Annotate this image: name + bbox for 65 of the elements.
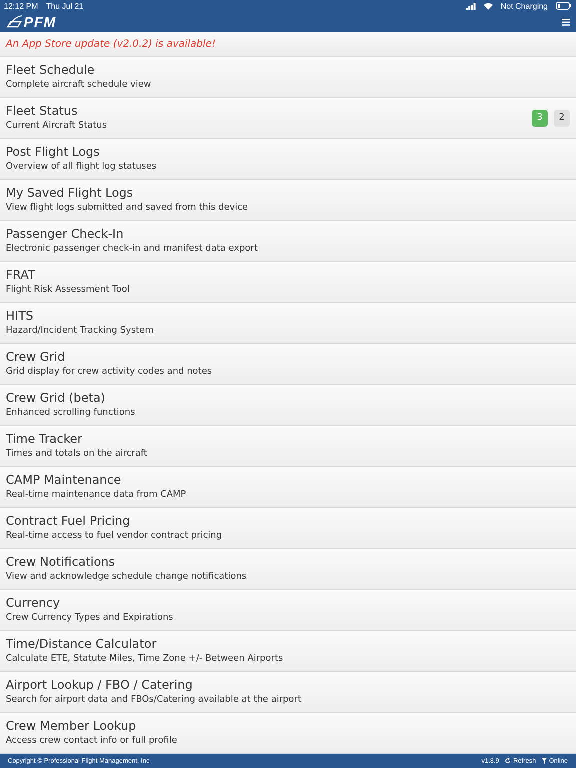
item-subtitle: Complete aircraft schedule view: [6, 79, 152, 91]
menu-item[interactable]: Fleet Schedule Complete aircraft schedule view: [0, 57, 576, 98]
item-title: Fleet Schedule: [6, 63, 96, 78]
count-badge: 3: [532, 110, 548, 126]
item-title: My Saved Flight Logs: [6, 186, 134, 201]
item-title: Crew Notifications: [6, 555, 116, 570]
menu-button[interactable]: [562, 18, 570, 26]
item-subtitle: Hazard/Incident Tracking System: [6, 325, 154, 337]
menu-item[interactable]: Crew Grid (beta) Enhanced scrolling functions: [0, 385, 576, 426]
menu-item[interactable]: FRAT Flight Risk Assessment Tool: [0, 262, 576, 303]
item-subtitle: Grid display for crew activity codes and notes: [6, 366, 212, 378]
signal-icon: [466, 2, 476, 10]
menu-item[interactable]: Time Tracker Times and totals on the aircraft: [0, 426, 576, 467]
item-subtitle: Enhanced scrolling functions: [6, 407, 136, 419]
item-subtitle: View and acknowledge schedule change notifications: [6, 571, 247, 583]
logo-text: PFM: [24, 15, 57, 29]
item-title: Post Flight Logs: [6, 145, 101, 160]
menu-item[interactable]: Post Flight Logs Overview of all flight log statuses: [0, 139, 576, 180]
item-subtitle: Search for airport data and FBOs/Catering available at the airport: [6, 694, 302, 706]
status-time: 12:12 PM: [4, 2, 38, 10]
menu-item[interactable]: Crew Member Lookup Access crew contact info or full profile: [0, 713, 576, 754]
item-title: Time Tracker: [6, 432, 84, 447]
item-subtitle: Access crew contact info or full profile: [6, 735, 178, 747]
item-title: Crew Member Lookup: [6, 719, 138, 734]
item-title: Crew Grid: [6, 350, 66, 365]
menu-item[interactable]: Currency Crew Currency Types and Expirations: [0, 590, 576, 631]
item-subtitle: Times and totals on the aircraft: [6, 448, 148, 460]
item-title: Currency: [6, 596, 62, 611]
plane-swoosh-icon: [6, 15, 22, 29]
item-subtitle: Overview of all flight log statuses: [6, 161, 157, 173]
refresh-icon: [505, 758, 512, 764]
item-subtitle: Electronic passenger check-in and manifest data export: [6, 243, 258, 255]
item-title: FRAT: [6, 268, 36, 283]
battery-icon: [556, 2, 572, 10]
item-subtitle: View flight logs submitted and saved from this device: [6, 202, 248, 214]
item-subtitle: Flight Risk Assessment Tool: [6, 284, 130, 296]
menu-item[interactable]: Time/Distance Calculator Calculate ETE, Statute Miles, Time Zone +/- Between Airports: [0, 631, 576, 672]
item-subtitle: Current Aircraft Status: [6, 120, 108, 132]
battery-status: Not Charging: [500, 2, 548, 10]
count-badge: 2: [554, 110, 570, 126]
status-date: Thu Jul 21: [46, 2, 84, 10]
menu-item[interactable]: HITS Hazard/Incident Tracking System: [0, 303, 576, 344]
item-subtitle: Real-time access to fuel vendor contract pricing: [6, 530, 222, 542]
menu-item[interactable]: Passenger Check-In Electronic passenger check-in and manifest data export: [0, 221, 576, 262]
item-subtitle: Real-time maintenance data from CAMP: [6, 489, 186, 501]
menu-item[interactable]: My Saved Flight Logs View flight logs submitted and saved from this device: [0, 180, 576, 221]
menu-item[interactable]: CAMP Maintenance Real-time maintenance data from CAMP: [0, 467, 576, 508]
item-subtitle: Crew Currency Types and Expirations: [6, 612, 174, 624]
menu-item[interactable]: Crew Notifications View and acknowledge schedule change notifications: [0, 549, 576, 590]
item-subtitle: Calculate ETE, Statute Miles, Time Zone +/- Between Airports: [6, 653, 284, 665]
menu-item[interactable]: Crew Grid Grid display for crew activity codes and notes: [0, 344, 576, 385]
filter-icon: [542, 758, 548, 764]
menu-item[interactable]: Fleet Status Current Aircraft Status 3 2: [0, 98, 576, 139]
item-title: Contract Fuel Pricing: [6, 514, 132, 529]
menu-item[interactable]: Airport Lookup / FBO / Catering Search for airport data and FBOs/Catering available at the airport: [0, 672, 576, 713]
update-notice[interactable]: An App Store update (v2.0.2) is available!: [6, 38, 216, 50]
item-title: CAMP Maintenance: [6, 473, 122, 488]
item-title: Time/Distance Calculator: [6, 637, 158, 652]
menu-item[interactable]: Contract Fuel Pricing Real-time access to fuel vendor contract pricing: [0, 508, 576, 549]
item-title: Crew Grid (beta): [6, 391, 106, 406]
item-title: Fleet Status: [6, 104, 79, 119]
wifi-icon: [484, 2, 493, 10]
item-title: Passenger Check-In: [6, 227, 125, 242]
item-title: Airport Lookup / FBO / Catering: [6, 678, 194, 693]
item-title: HITS: [6, 309, 35, 324]
